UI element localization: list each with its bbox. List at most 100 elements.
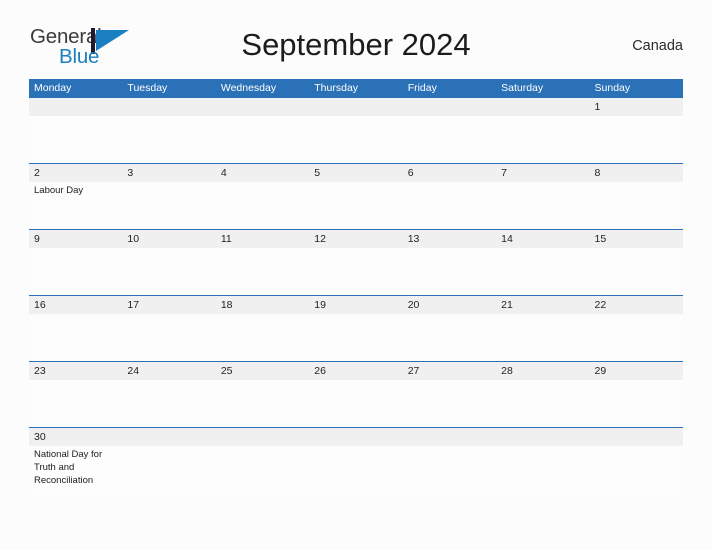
day-events [590,380,683,382]
day-cell[interactable]: 22 [589,296,683,361]
day-events [29,380,122,382]
day-events [403,380,496,382]
day-cell[interactable]: 29 [589,362,683,427]
day-cell[interactable]: 5 [309,164,403,229]
calendar-page: General Blue September 2024 Canada Monda… [0,0,712,550]
day-cell[interactable]: 1 [589,98,683,163]
day-number-band: 3 [122,164,216,182]
day-cell[interactable]: 6 [402,164,497,229]
day-number: 5 [314,167,321,179]
day-events [216,116,309,118]
day-number-band: 6 [402,164,497,182]
day-events: Labour Day [29,182,122,197]
calendar-week-row: 30 National Day for Truth and Reconciliat… [29,427,683,493]
day-number-band: 10 [122,230,216,248]
day-of-week-monday: Monday [34,82,72,94]
day-cell[interactable]: 2 Labour Day [29,164,123,229]
day-events [403,182,496,184]
day-cell[interactable]: 25 [215,362,310,427]
day-cell[interactable]: 7 [496,164,590,229]
day-cell[interactable]: 27 [402,362,497,427]
day-number: 2 [34,167,40,179]
day-number-band: 25 [215,362,310,380]
day-cell[interactable]: 11 [215,230,310,295]
day-cell[interactable]: 30 National Day for Truth and Reconciliat… [29,428,123,493]
day-number-band: 23 [29,362,123,380]
day-cell-empty [215,98,310,163]
day-events [496,446,589,448]
day-events [496,314,589,316]
day-number-band [122,98,216,116]
day-number-band: 28 [496,362,590,380]
day-cell[interactable]: 4 [215,164,310,229]
day-cell[interactable]: 26 [309,362,403,427]
day-cell[interactable]: 18 [215,296,310,361]
day-cell[interactable]: 23 [29,362,123,427]
day-cell[interactable]: 10 [122,230,216,295]
day-number-band [29,98,123,116]
day-number: 19 [314,299,326,311]
calendar-week-grid: 30 National Day for Truth and Reconciliat… [29,428,683,493]
day-number-band: 24 [122,362,216,380]
calendar-weeks: 1 2 Labour Day 3 4 5 6 7 8 9 10 11 12 13 14 15 16 17 18 19 2… [29,98,683,493]
day-number-band: 15 [589,230,683,248]
day-cell[interactable]: 24 [122,362,216,427]
day-cell[interactable]: 14 [496,230,590,295]
holiday-event: Labour Day [34,185,84,196]
day-events [122,116,215,118]
day-number-band: 16 [29,296,123,314]
day-cell[interactable]: 15 [589,230,683,295]
day-events [590,314,683,316]
day-number-band: 30 [29,428,123,446]
day-cell[interactable]: 19 [309,296,403,361]
day-events [590,182,683,184]
day-cell[interactable]: 13 [402,230,497,295]
day-events [496,248,589,250]
day-events: National Day for Truth and Reconciliatio… [29,446,122,487]
day-number: 22 [594,299,607,311]
day-cell[interactable]: 16 [29,296,123,361]
day-number: 16 [34,299,46,311]
day-number: 20 [407,299,420,311]
day-cell[interactable]: 21 [496,296,590,361]
day-number: 18 [220,299,233,311]
day-of-week-sunday: Sunday [594,82,631,94]
day-cell[interactable]: 17 [122,296,216,361]
calendar-week-grid: 23 24 25 26 27 28 29 [29,362,683,427]
day-number: 24 [127,365,140,377]
day-cell[interactable]: 28 [496,362,590,427]
day-cell-empty [496,428,590,493]
calendar-week-row: 16 17 18 19 20 21 22 [29,295,683,361]
day-events [216,182,309,184]
day-cell[interactable]: 8 [589,164,683,229]
day-number-band: 4 [215,164,310,182]
holiday-event: National Day for Truth and Reconciliatio… [34,449,103,486]
day-cell[interactable]: 20 [402,296,497,361]
day-cell-empty [589,428,683,493]
day-cell[interactable]: 9 [29,230,123,295]
day-events [216,446,309,448]
calendar-week-grid: 16 17 18 19 20 21 22 [29,296,683,361]
day-cell[interactable]: 12 [309,230,403,295]
day-number: 9 [34,233,40,245]
day-number-band: 27 [402,362,497,380]
day-events [496,380,589,382]
day-number-band: 8 [589,164,683,182]
day-events [590,446,683,448]
day-number-band [215,98,310,116]
day-number-band: 18 [215,296,310,314]
day-number-band [496,98,590,116]
day-events [590,248,683,250]
day-number-band: 1 [589,98,683,116]
day-cell-empty [122,428,216,493]
day-number-band: 7 [496,164,590,182]
day-of-week-tuesday: Tuesday [127,82,168,94]
day-number-band: 20 [402,296,497,314]
day-events [496,116,589,118]
day-number-band [309,428,403,446]
calendar-week-grid: 2 Labour Day 3 4 5 6 7 8 [29,164,683,229]
day-number-band: 22 [589,296,683,314]
day-number-band [402,428,497,446]
day-cell[interactable]: 3 [122,164,216,229]
day-events [590,116,683,118]
